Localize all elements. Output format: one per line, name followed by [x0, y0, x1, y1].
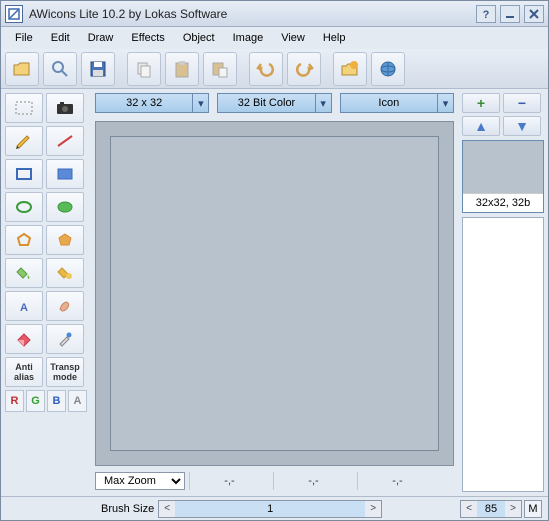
channel-g[interactable]: G	[26, 390, 45, 412]
open-button[interactable]	[5, 52, 39, 86]
page-next-button[interactable]: >	[505, 501, 521, 517]
polygon-outline-tool[interactable]	[5, 225, 43, 255]
help-button[interactable]: ?	[476, 5, 496, 23]
image-nav-buttons: + − ▲ ▼	[462, 93, 544, 136]
redo-button[interactable]	[287, 52, 321, 86]
menu-help[interactable]: Help	[315, 29, 354, 47]
app-icon	[5, 5, 23, 23]
eyedropper-tool[interactable]	[46, 324, 84, 354]
menu-effects[interactable]: Effects	[123, 29, 172, 47]
menu-edit[interactable]: Edit	[43, 29, 78, 47]
menubar: File Edit Draw Effects Object Image View…	[1, 27, 548, 49]
canvas-viewport	[95, 121, 454, 466]
search-button[interactable]	[43, 52, 77, 86]
camera-tool[interactable]	[46, 93, 84, 123]
statusbar: Brush Size < 1 > < 85 > M	[1, 496, 548, 520]
page-value[interactable]: 85	[477, 501, 505, 517]
coord-1: -,-	[189, 472, 269, 490]
eraser-tool[interactable]	[5, 324, 43, 354]
brush-size-value[interactable]: 1	[175, 501, 365, 517]
menu-draw[interactable]: Draw	[80, 29, 122, 47]
tool-palette: A Anti alias Transp mode R G B A	[1, 89, 91, 496]
svg-text:A: A	[20, 302, 28, 314]
line-tool[interactable]	[46, 126, 84, 156]
svg-text:?: ?	[483, 9, 490, 20]
preview-thumbnail[interactable]: 32x32, 32b	[462, 140, 544, 213]
size-dropdown[interactable]: 32 x 32 ▾	[95, 93, 209, 113]
dropdown-arrow-icon: ▾	[437, 94, 453, 112]
m-button[interactable]: M	[524, 500, 542, 518]
text-tool[interactable]: A	[5, 291, 43, 321]
window-controls: ?	[476, 5, 544, 23]
menu-file[interactable]: File	[7, 29, 41, 47]
remove-image-button[interactable]: −	[503, 93, 541, 113]
rect-fill-tool[interactable]	[46, 159, 84, 189]
coord-2: -,-	[273, 472, 353, 490]
brush-size-spinner: < 1 >	[158, 500, 382, 518]
web-button[interactable]	[371, 52, 405, 86]
save-button[interactable]	[81, 52, 115, 86]
ellipse-fill-tool[interactable]	[46, 192, 84, 222]
paste-button[interactable]	[165, 52, 199, 86]
brush-size-label: Brush Size	[101, 503, 154, 515]
menu-object[interactable]: Object	[175, 29, 223, 47]
rect-outline-tool[interactable]	[5, 159, 43, 189]
window-title: AWicons Lite 10.2 by Lokas Software	[29, 7, 476, 21]
minimize-button[interactable]	[500, 5, 520, 23]
add-image-button[interactable]: +	[462, 93, 500, 113]
move-down-button[interactable]: ▼	[503, 116, 541, 136]
image-list[interactable]	[462, 217, 544, 492]
canvas-status: Max Zoom -,- -,- -,-	[95, 470, 454, 492]
copy-button[interactable]	[127, 52, 161, 86]
rgba-channels: R G B A	[5, 390, 87, 412]
pencil-tool[interactable]	[5, 126, 43, 156]
format-dropdowns: 32 x 32 ▾ 32 Bit Color ▾ Icon ▾	[95, 93, 454, 115]
drawing-canvas[interactable]	[110, 136, 439, 451]
center-panel: 32 x 32 ▾ 32 Bit Color ▾ Icon ▾ Max Zoom	[91, 89, 458, 496]
move-up-button[interactable]: ▲	[462, 116, 500, 136]
channel-a[interactable]: A	[68, 390, 87, 412]
fill-tool[interactable]	[5, 258, 43, 288]
channel-b[interactable]: B	[47, 390, 66, 412]
paste-special-button[interactable]	[203, 52, 237, 86]
library-button[interactable]	[333, 52, 367, 86]
main-area: A Anti alias Transp mode R G B A 32 x 3	[1, 89, 548, 496]
close-button[interactable]	[524, 5, 544, 23]
polygon-fill-tool[interactable]	[46, 225, 84, 255]
antialias-toggle[interactable]: Anti alias	[5, 357, 43, 387]
page-prev-button[interactable]: <	[461, 501, 477, 517]
channel-r[interactable]: R	[5, 390, 24, 412]
preview-label: 32x32, 32b	[463, 193, 543, 212]
main-toolbar	[1, 49, 548, 89]
dropdown-arrow-icon: ▾	[315, 94, 331, 112]
menu-view[interactable]: View	[273, 29, 313, 47]
color-depth-dropdown[interactable]: 32 Bit Color ▾	[217, 93, 331, 113]
type-dropdown[interactable]: Icon ▾	[340, 93, 454, 113]
zoom-select[interactable]: Max Zoom	[95, 472, 185, 490]
right-panel: + − ▲ ▼ 32x32, 32b	[458, 89, 548, 496]
coord-3: -,-	[357, 472, 437, 490]
gradient-tool[interactable]	[46, 258, 84, 288]
brush-decrease-button[interactable]: <	[159, 501, 175, 517]
smudge-tool[interactable]	[46, 291, 84, 321]
app-window: AWicons Lite 10.2 by Lokas Software ? Fi…	[0, 0, 549, 521]
transparency-toggle[interactable]: Transp mode	[46, 357, 84, 387]
brush-increase-button[interactable]: >	[365, 501, 381, 517]
preview-image	[463, 141, 543, 193]
ellipse-outline-tool[interactable]	[5, 192, 43, 222]
select-rect-tool[interactable]	[5, 93, 43, 123]
titlebar: AWicons Lite 10.2 by Lokas Software ?	[1, 1, 548, 27]
undo-button[interactable]	[249, 52, 283, 86]
page-spinner: < 85 >	[460, 500, 522, 518]
dropdown-arrow-icon: ▾	[192, 94, 208, 112]
menu-image[interactable]: Image	[225, 29, 272, 47]
